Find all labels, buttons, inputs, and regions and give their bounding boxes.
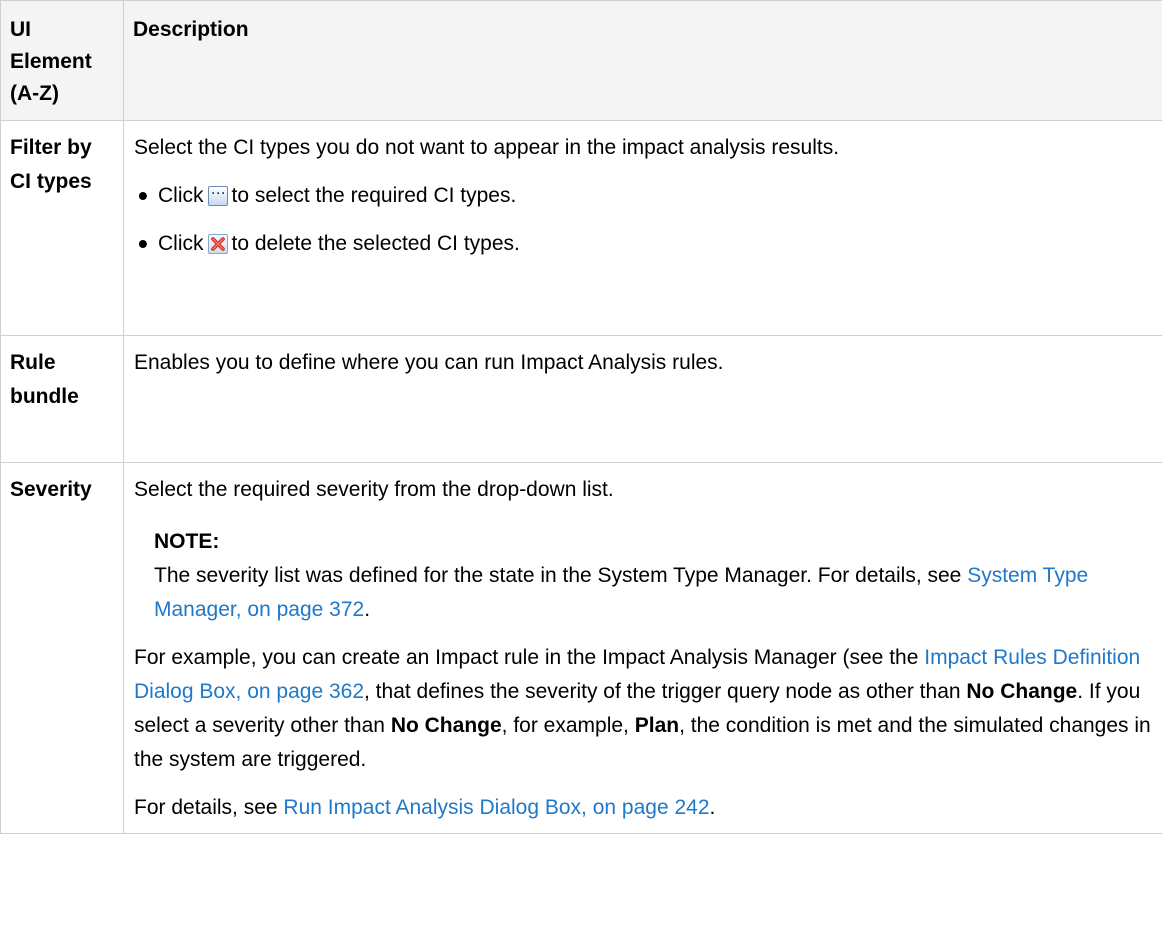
description-text: Select the CI types you do not want to a… [134, 136, 840, 159]
bullet-list: • Click ··· to select the required CI ty… [134, 175, 1152, 265]
description-text: Select the required severity from the dr… [134, 478, 614, 501]
header-ui-element: UI Element (A-Z) [0, 0, 124, 121]
example-text-4: , for example, [501, 714, 629, 737]
example-paragraph: For example, you can create an Impact ru… [134, 641, 1152, 777]
example-text-2: , that defines the severity of the trigg… [364, 680, 961, 703]
table-header-row: UI Element (A-Z) Description [0, 0, 1162, 121]
plan-term: Plan [634, 714, 680, 737]
no-change-term: No Change [966, 680, 1078, 703]
header-description: Description [123, 0, 1162, 121]
element-description: Enables you to define where you can run … [123, 335, 1162, 463]
note-title: NOTE: [154, 530, 220, 553]
element-name: Rule bundle [0, 335, 124, 463]
list-item: • Click to delete the selected CI types. [138, 223, 1152, 265]
table-row: Severity Select the required severity fr… [0, 462, 1162, 834]
ui-elements-table: UI Element (A-Z) Description Filter by C… [0, 0, 1162, 834]
note-body: The severity list was defined for the st… [154, 564, 962, 587]
delete-x-icon[interactable] [207, 234, 228, 254]
note-text: The severity list was defined for the st… [154, 559, 1152, 627]
note-block: NOTE: The severity list was defined for … [134, 525, 1152, 627]
bullet-text-pre: Click [158, 184, 204, 207]
details-text: For details, see [134, 796, 278, 819]
list-item: • Click ··· to select the required CI ty… [138, 175, 1152, 217]
element-name: Filter by CI types [0, 120, 124, 336]
element-description: Select the required severity from the dr… [123, 462, 1162, 834]
run-impact-analysis-link[interactable]: Run Impact Analysis Dialog Box, on page … [283, 796, 709, 819]
element-description: Select the CI types you do not want to a… [123, 120, 1162, 336]
bullet-icon: • [138, 180, 148, 211]
example-text-1: For example, you can create an Impact ru… [134, 646, 919, 669]
table-row: Filter by CI types Select the CI types y… [0, 120, 1162, 336]
ellipsis-button-icon[interactable]: ··· [207, 186, 228, 206]
details-paragraph: For details, see Run Impact Analysis Dia… [134, 791, 1152, 825]
no-change-term-2: No Change [390, 714, 502, 737]
bullet-text-pre: Click [158, 232, 204, 255]
table-row: Rule bundle Enables you to define where … [0, 335, 1162, 463]
bullet-icon: • [138, 228, 148, 259]
note-end: . [364, 598, 371, 621]
bullet-text-post: to select the required CI types. [231, 184, 517, 207]
details-end: . [709, 796, 716, 819]
bullet-text-post: to delete the selected CI types. [231, 232, 520, 255]
element-name: Severity [0, 462, 124, 834]
